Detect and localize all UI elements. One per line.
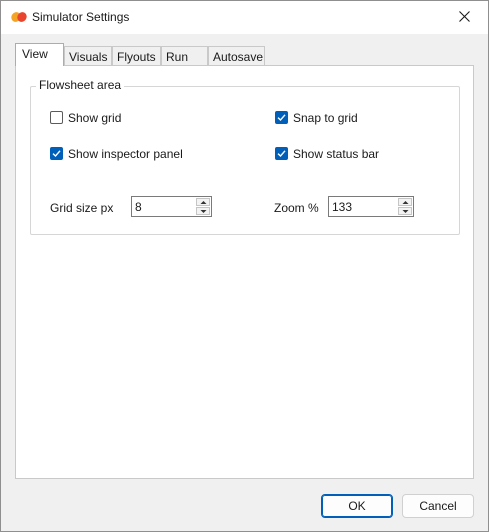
grid-size-label: Grid size px [50,201,114,215]
cancel-button[interactable]: Cancel [402,494,474,518]
group-title: Flowsheet area [36,78,125,92]
ok-button[interactable]: OK [321,494,393,518]
zoom-spinbox[interactable]: 133 [328,196,414,217]
tab-view[interactable]: View [15,43,64,66]
checkmark-icon [277,114,286,122]
tab-visuals[interactable]: Visuals [64,46,112,65]
show-inspector-panel-label[interactable]: Show inspector panel [68,147,183,161]
zoom-label: Zoom % [274,201,319,215]
spin-buttons [398,198,412,215]
grid-size-increment-button[interactable] [196,198,210,206]
zoom-value[interactable]: 133 [332,200,352,214]
settings-dialog: Simulator Settings View Visuals Flyouts … [0,0,489,532]
caret-up-icon [402,201,409,204]
tab-label: Autosave [213,50,264,64]
tab-flyouts[interactable]: Flyouts [112,46,161,65]
grid-size-decrement-button[interactable] [196,207,210,215]
close-button[interactable] [442,1,488,34]
zoom-decrement-button[interactable] [398,207,412,215]
tab-label: Visuals [69,50,108,64]
grid-size-spinbox[interactable]: 8 [131,196,212,217]
show-inspector-panel-checkbox[interactable] [50,147,63,160]
tab-autosave[interactable]: Autosave [208,46,265,65]
checkmark-icon [277,150,286,158]
show-grid-checkbox[interactable] [50,111,63,124]
window-title: Simulator Settings [32,10,130,24]
checkmark-icon [52,150,61,158]
snap-to-grid-label[interactable]: Snap to grid [293,111,358,125]
tab-label: Flyouts [117,50,156,64]
tab-run[interactable]: Run [161,46,208,65]
show-grid-label[interactable]: Show grid [68,111,121,125]
tab-label: View [22,47,48,61]
show-status-bar-label[interactable]: Show status bar [293,147,379,161]
app-logo-icon [11,11,27,23]
tab-panel-view: Flowsheet area Show grid Snap to grid Sh… [15,65,474,479]
caret-down-icon [200,210,207,213]
close-icon [459,11,470,22]
show-status-bar-checkbox[interactable] [275,147,288,160]
spin-buttons [196,198,210,215]
zoom-increment-button[interactable] [398,198,412,206]
snap-to-grid-checkbox[interactable] [275,111,288,124]
caret-down-icon [402,210,409,213]
tab-label: Run [166,50,189,64]
caret-up-icon [200,201,207,204]
grid-size-value[interactable]: 8 [135,200,142,214]
title-bar: Simulator Settings [1,1,488,34]
